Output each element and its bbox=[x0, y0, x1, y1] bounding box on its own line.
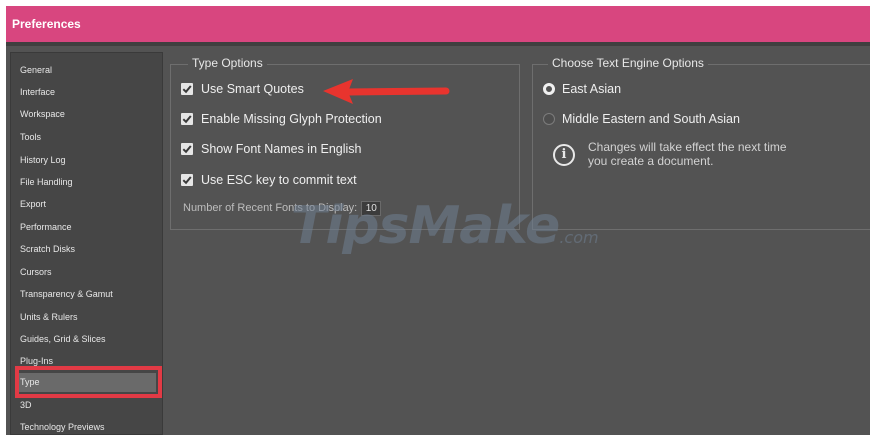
radio-row-east-asian[interactable]: East Asian bbox=[543, 79, 621, 99]
sidebar-item-history-log[interactable]: History Log bbox=[16, 151, 156, 170]
sidebar-item-plug-ins[interactable]: Plug-Ins bbox=[16, 352, 156, 371]
esc-commit-checkbox[interactable] bbox=[181, 174, 193, 186]
middle-eastern-radio[interactable] bbox=[543, 113, 555, 125]
engine-change-note-line2: you create a document. bbox=[588, 154, 714, 168]
font-names-english-label: Show Font Names in English bbox=[201, 142, 362, 156]
sidebar-item-export[interactable]: Export bbox=[16, 195, 156, 214]
sidebar-item-guides-grid[interactable]: Guides, Grid & Slices bbox=[16, 330, 156, 349]
recent-fonts-input[interactable]: 10 bbox=[361, 200, 382, 216]
sidebar-item-type[interactable]: Type bbox=[16, 373, 156, 392]
sidebar-item-interface[interactable]: Interface bbox=[16, 83, 156, 102]
font-names-english-checkbox[interactable] bbox=[181, 143, 193, 155]
checkmark-icon bbox=[182, 145, 192, 154]
checkbox-row-esc-commit[interactable]: Use ESC key to commit text bbox=[181, 170, 357, 190]
esc-commit-label: Use ESC key to commit text bbox=[201, 173, 357, 187]
east-asian-radio[interactable] bbox=[543, 83, 555, 95]
preferences-dialog: Preferences General Interface Workspace … bbox=[6, 6, 870, 435]
recent-fonts-row: Number of Recent Fonts to Display: 10 bbox=[183, 198, 382, 218]
smart-quotes-checkbox[interactable] bbox=[181, 83, 193, 95]
info-icon: i bbox=[553, 144, 575, 166]
sidebar-item-technology-previews[interactable]: Technology Previews bbox=[16, 418, 156, 435]
title-separator bbox=[6, 42, 870, 46]
recent-fonts-label: Number of Recent Fonts to Display: bbox=[183, 202, 358, 214]
checkmark-icon bbox=[182, 85, 192, 94]
watermark-suffix: .com bbox=[559, 228, 599, 247]
sidebar-item-performance[interactable]: Performance bbox=[16, 218, 156, 237]
middle-eastern-label: Middle Eastern and South Asian bbox=[562, 112, 740, 126]
engine-change-note-line1: Changes will take effect the next time bbox=[588, 140, 787, 154]
checkbox-row-smart-quotes[interactable]: Use Smart Quotes bbox=[181, 79, 304, 99]
checkmark-icon bbox=[182, 176, 192, 185]
smart-quotes-label: Use Smart Quotes bbox=[201, 82, 304, 96]
sidebar-item-transparency[interactable]: Transparency & Gamut bbox=[16, 285, 156, 304]
red-arrow-annotation bbox=[323, 79, 450, 104]
east-asian-label: East Asian bbox=[562, 82, 622, 96]
type-options-title: Type Options bbox=[188, 56, 267, 70]
checkmark-icon bbox=[182, 115, 192, 124]
text-engine-title: Choose Text Engine Options bbox=[548, 56, 708, 70]
sidebar-item-file-handling[interactable]: File Handling bbox=[16, 173, 156, 192]
engine-change-note: Changes will take effect the next time y… bbox=[588, 140, 838, 168]
checkbox-row-missing-glyph[interactable]: Enable Missing Glyph Protection bbox=[181, 109, 382, 129]
sidebar-item-workspace[interactable]: Workspace bbox=[16, 105, 156, 124]
sidebar-item-3d[interactable]: 3D bbox=[16, 396, 156, 415]
sidebar-item-scratch-disks[interactable]: Scratch Disks bbox=[16, 240, 156, 259]
preferences-sidebar: General Interface Workspace Tools Histor… bbox=[10, 52, 163, 435]
dialog-title: Preferences bbox=[6, 6, 870, 42]
missing-glyph-checkbox[interactable] bbox=[181, 113, 193, 125]
sidebar-item-general[interactable]: General bbox=[16, 61, 156, 80]
missing-glyph-label: Enable Missing Glyph Protection bbox=[201, 112, 382, 126]
checkbox-row-font-names-english[interactable]: Show Font Names in English bbox=[181, 139, 362, 159]
sidebar-item-tools[interactable]: Tools bbox=[16, 128, 156, 147]
radio-row-middle-eastern[interactable]: Middle Eastern and South Asian bbox=[543, 109, 740, 129]
sidebar-item-units-rulers[interactable]: Units & Rulers bbox=[16, 308, 156, 327]
sidebar-item-cursors[interactable]: Cursors bbox=[16, 263, 156, 282]
